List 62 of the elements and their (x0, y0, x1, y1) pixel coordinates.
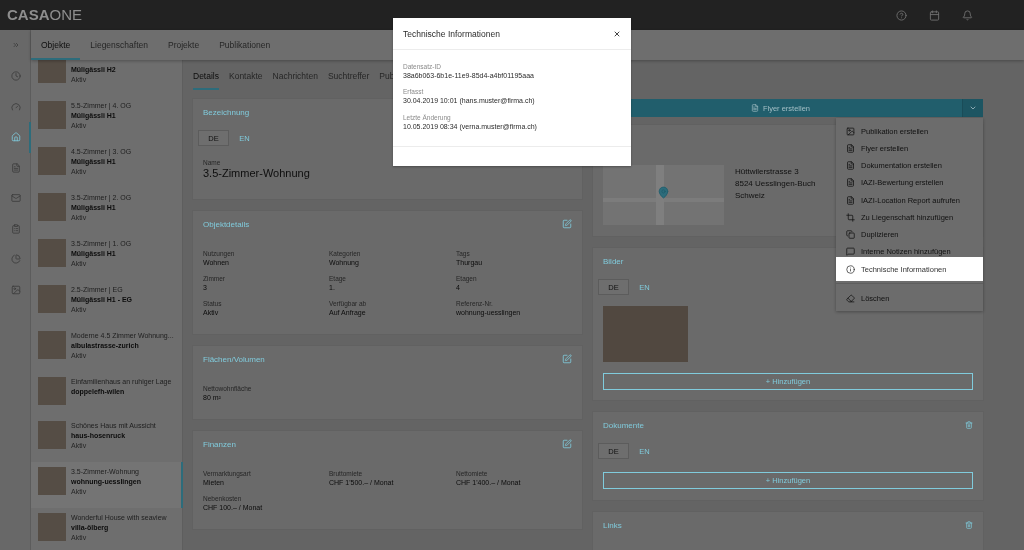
card-title: Flächen/Volumen (203, 354, 265, 364)
photo-placeholder (38, 193, 66, 221)
photo-placeholder (38, 285, 66, 313)
chevron-down-icon[interactable] (969, 104, 977, 112)
nav-tab[interactable]: Projekte (157, 30, 210, 60)
close-icon[interactable] (613, 29, 621, 38)
card-title: Bezeichnung (203, 107, 250, 117)
card-title: Dokumente (603, 420, 644, 430)
detail-tab[interactable]: Details (193, 70, 219, 90)
document-icon[interactable] (10, 162, 21, 173)
dialog-title: Technische Informationen (403, 28, 500, 39)
dropdown-toggle-button[interactable] (962, 99, 983, 117)
clock-icon[interactable] (10, 71, 21, 82)
trash-icon[interactable] (965, 421, 973, 429)
field-value: 3.5-Zimmer-Wohnung (203, 167, 311, 180)
clipboard-icon[interactable] (10, 223, 21, 234)
file-icon[interactable] (846, 195, 855, 205)
chevrons-right-icon[interactable] (11, 41, 20, 49)
photo-placeholder (38, 331, 66, 359)
gauge-icon[interactable] (10, 101, 21, 112)
bell-icon[interactable] (962, 9, 973, 21)
address-line: Hüttwilerstrasse 3 (735, 166, 800, 178)
file-icon[interactable] (846, 161, 855, 171)
photo-placeholder (38, 60, 66, 83)
trash-icon[interactable] (965, 521, 973, 529)
photo-placeholder (38, 421, 66, 449)
address-line: 8524 Uesslingen-Buch (735, 178, 816, 190)
detail-tab[interactable]: Kontakte (229, 70, 263, 90)
house-icon[interactable] (10, 132, 21, 143)
pie-chart-icon[interactable] (10, 254, 21, 265)
photo-placeholder (38, 513, 66, 541)
file-icon[interactable] (846, 178, 855, 188)
crop-icon[interactable] (846, 212, 855, 222)
logo: CASAONE (7, 6, 83, 24)
envelope-icon[interactable] (10, 193, 21, 204)
detail-tab[interactable]: Nachrichten (272, 70, 318, 90)
help-icon[interactable] (896, 9, 907, 21)
image-icon[interactable] (846, 126, 855, 136)
file-icon[interactable] (750, 104, 759, 112)
photo-placeholder (38, 377, 66, 405)
info-icon[interactable] (846, 264, 855, 274)
address-line: Schweiz (735, 190, 766, 202)
card-title: Finanzen (203, 439, 236, 449)
calendar-icon[interactable] (929, 9, 940, 21)
edit-icon[interactable] (562, 354, 572, 364)
edit-icon[interactable] (562, 439, 572, 449)
photo-placeholder (38, 467, 66, 495)
photo-placeholder (38, 101, 66, 129)
card-title: Objektdetails (203, 219, 250, 229)
card-title: Bilder (603, 256, 624, 266)
eraser-icon[interactable] (846, 293, 855, 303)
speech-bubble-icon[interactable] (846, 247, 855, 257)
photo-placeholder (38, 147, 66, 175)
photo-placeholder (38, 239, 66, 267)
file-icon[interactable] (846, 143, 855, 153)
image-icon[interactable] (10, 284, 21, 295)
nav-tab[interactable]: Publikationen (209, 30, 281, 60)
card-title: Links (603, 520, 622, 530)
edit-icon[interactable] (562, 219, 572, 229)
map-pin-icon (657, 186, 670, 199)
nav-tab[interactable]: Liegenschaften (80, 30, 158, 60)
copy-icon[interactable] (846, 230, 855, 240)
